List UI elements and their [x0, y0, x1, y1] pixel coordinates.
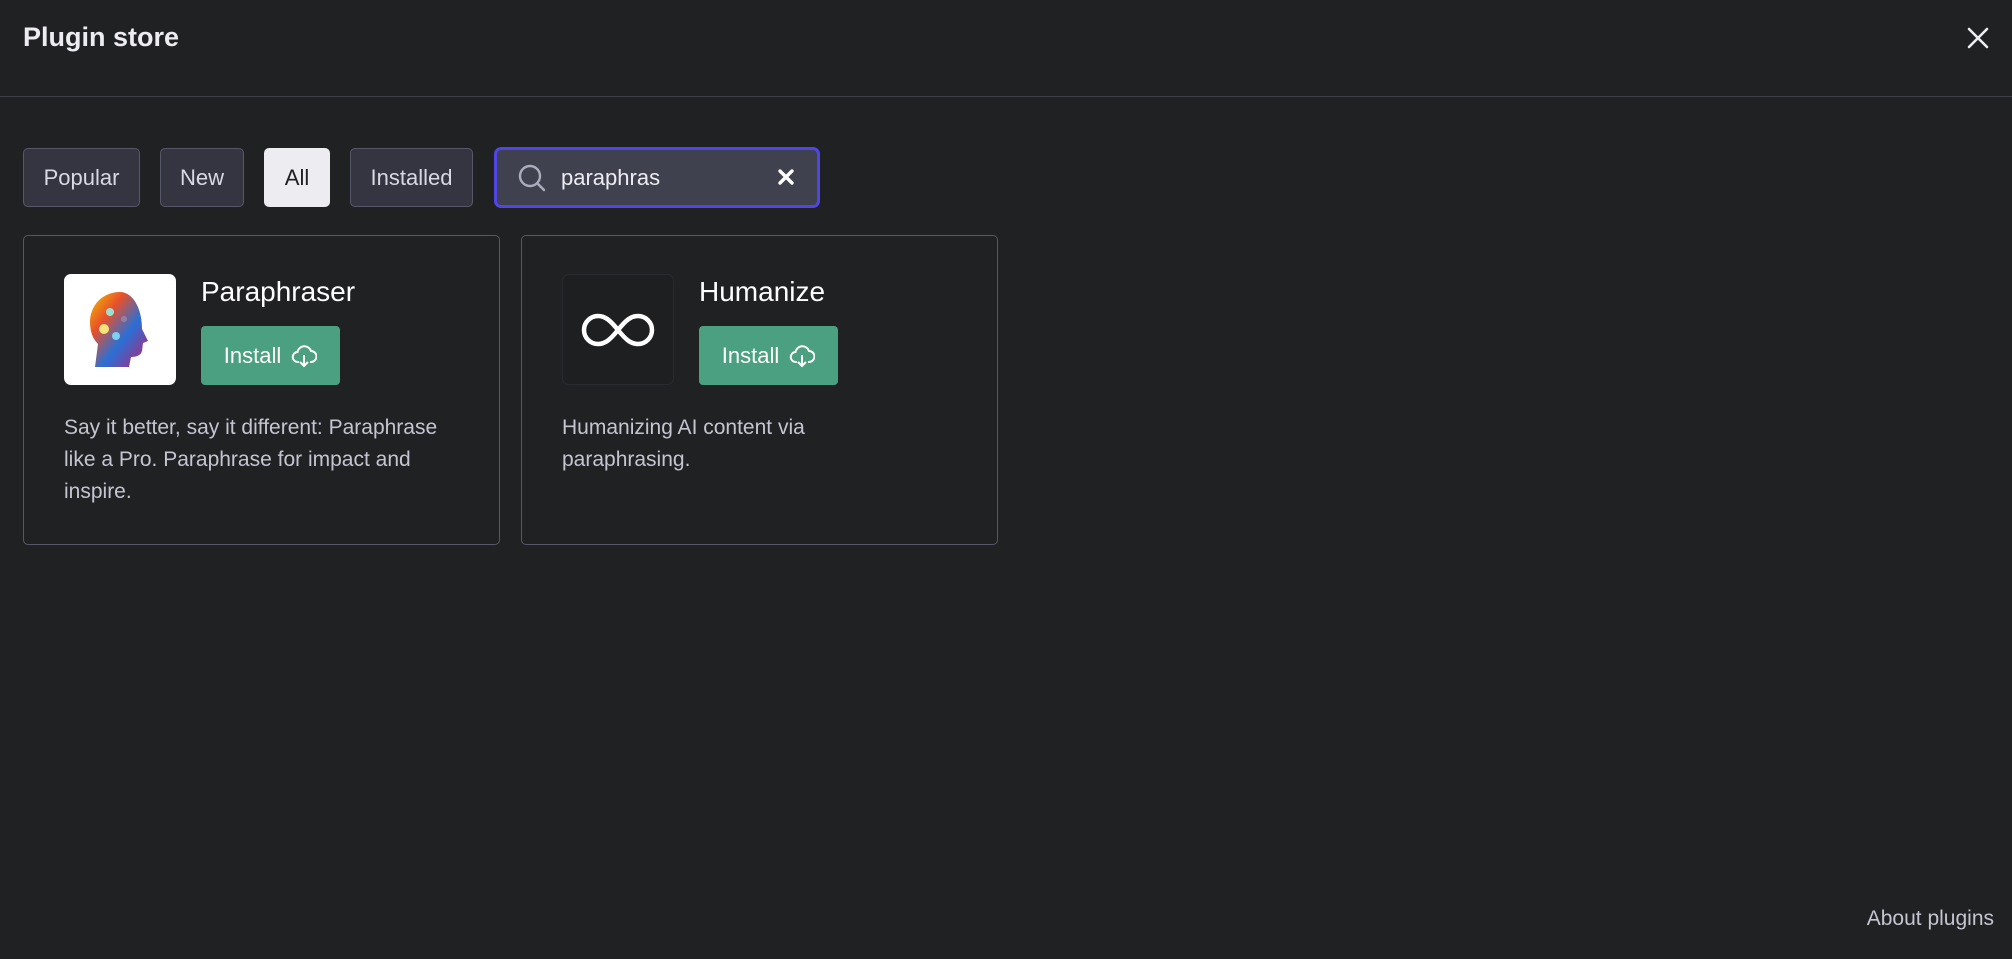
plugin-card-paraphraser: Paraphraser Install Say it better, say i…: [23, 235, 500, 545]
search-icon: [518, 164, 546, 191]
plugin-card-humanize: Humanize Install Humanizing AI content v…: [521, 235, 998, 545]
cloud-download-icon: [292, 344, 318, 367]
search-input[interactable]: [559, 163, 763, 192]
install-button[interactable]: Install: [201, 326, 340, 385]
humanize-logo: [562, 274, 674, 385]
cloud-download-icon: [790, 344, 816, 367]
paraphraser-logo: [64, 274, 176, 385]
install-label: Install: [721, 342, 780, 368]
clear-search-icon[interactable]: [775, 166, 797, 188]
close-icon: [1967, 27, 1989, 49]
page-title: Plugin store: [23, 22, 180, 52]
infinity-icon: [581, 313, 655, 347]
filter-new[interactable]: New: [160, 148, 244, 207]
close-button[interactable]: [1962, 22, 1994, 54]
plugin-name: Humanize: [699, 276, 826, 307]
search-box: [494, 147, 820, 208]
filter-all[interactable]: All: [264, 148, 330, 207]
about-plugins-link[interactable]: About plugins: [1867, 907, 1994, 931]
plugin-name: Paraphraser: [201, 276, 356, 307]
filter-popular[interactable]: Popular: [23, 148, 140, 207]
plugin-description: Say it better, say it different: Paraphr…: [64, 416, 438, 503]
header-divider: [0, 96, 2012, 97]
plugin-description: Humanizing AI content via paraphrasing.: [562, 416, 805, 471]
install-label: Install: [223, 342, 282, 368]
filter-installed[interactable]: Installed: [350, 148, 473, 207]
install-button[interactable]: Install: [699, 326, 838, 385]
